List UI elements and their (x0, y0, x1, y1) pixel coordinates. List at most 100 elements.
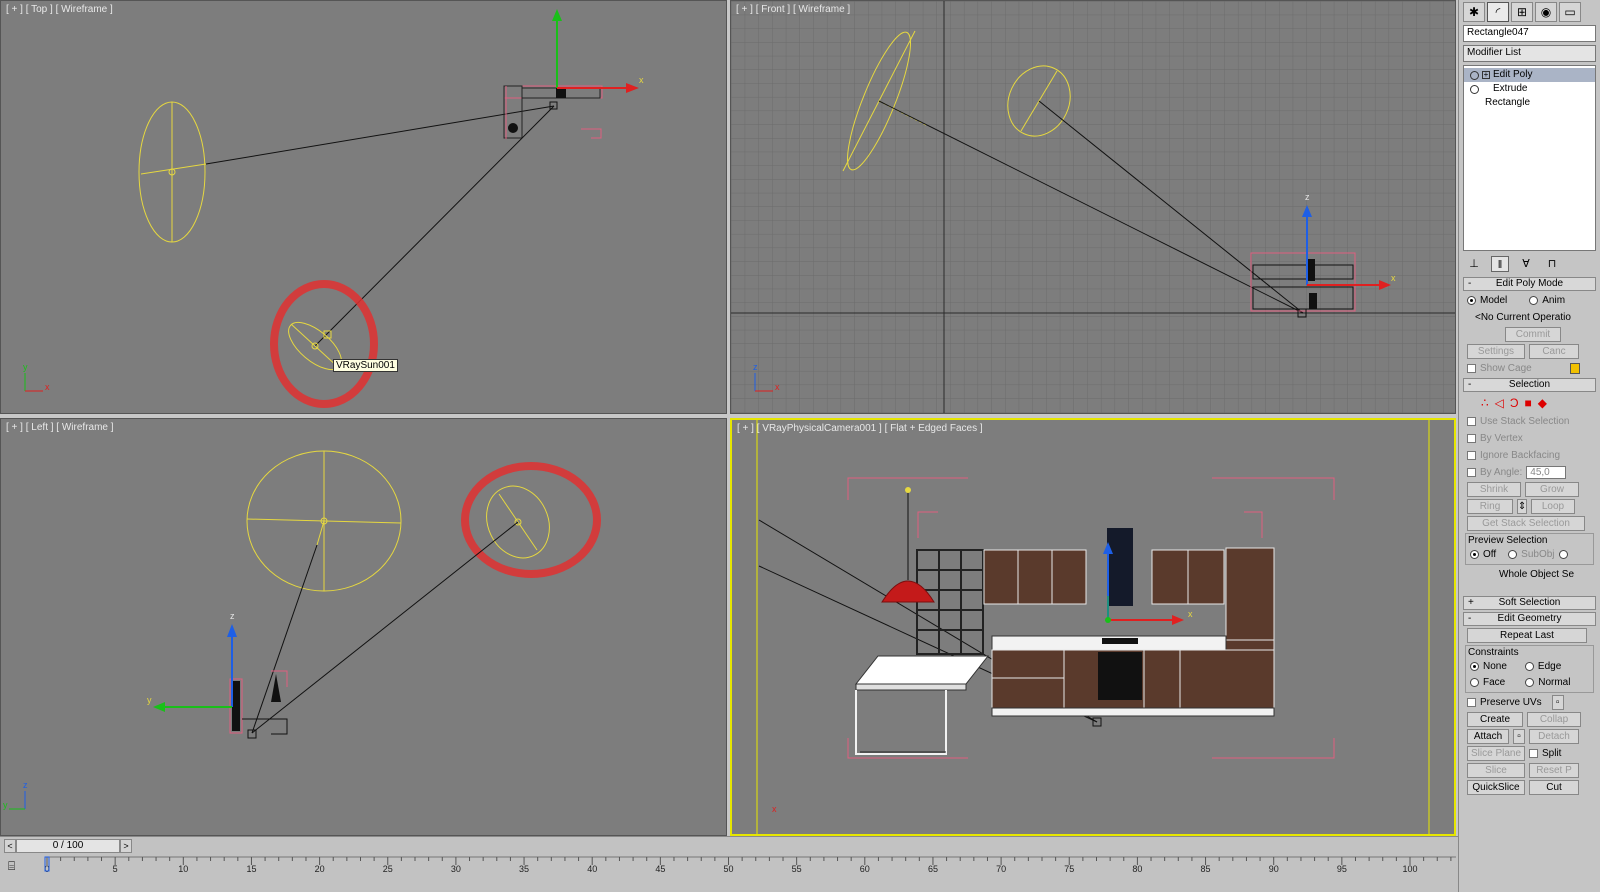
cancel-button[interactable]: Canc (1529, 344, 1579, 359)
ruler-label: 30 (451, 864, 461, 874)
tripod-z-label: z (753, 362, 758, 372)
element-icon[interactable]: ◆ (1538, 396, 1547, 410)
preview-subobj-radio[interactable] (1508, 550, 1518, 559)
motion-icon[interactable]: ◉ (1535, 2, 1557, 22)
time-slider-thumb[interactable]: 0 / 100 (16, 839, 120, 853)
ring-button[interactable]: Ring (1467, 499, 1513, 514)
show-cage-checkbox[interactable] (1467, 364, 1476, 373)
by-angle-checkbox[interactable] (1467, 468, 1476, 477)
viewport-front-scene: z x z x (731, 1, 1455, 413)
ring-spinner[interactable]: ⇕ (1517, 499, 1527, 514)
command-panel: ✱ ◜ ⊞ ◉ ▭ Rectangle047 Modifier List + E… (1458, 0, 1600, 892)
animate-radio[interactable] (1529, 296, 1539, 305)
border-icon[interactable]: Ɔ (1510, 396, 1519, 410)
slice-button[interactable]: Slice (1467, 763, 1525, 778)
kitchen-object[interactable] (232, 681, 240, 731)
object-name-field[interactable]: Rectangle047 (1463, 25, 1596, 42)
viewport-front[interactable]: z x z x [ + ] [ Front ] [ Wireframe ] (730, 0, 1456, 414)
track-bar-icon[interactable]: ⌸ (8, 859, 15, 874)
by-vertex-checkbox[interactable] (1467, 434, 1476, 443)
rollout-soft-selection[interactable]: + Soft Selection (1463, 596, 1596, 610)
rollout-edit-poly-mode[interactable]: - Edit Poly Mode (1463, 277, 1596, 291)
pin-stack-icon[interactable]: ⊥ (1465, 256, 1483, 272)
create-icon[interactable]: ✱ (1463, 2, 1485, 22)
cage-color-swatch[interactable] (1569, 363, 1580, 374)
ruler-label: 5 (113, 864, 118, 874)
collapse-button[interactable]: Collap (1527, 712, 1581, 727)
ignore-backfacing-checkbox[interactable] (1467, 451, 1476, 460)
viewport-camera[interactable]: x x [ + ] [ VRayPhysicalCamera001 ] [ Fl… (730, 418, 1456, 836)
vertex-icon[interactable]: ∴ (1481, 396, 1489, 410)
rollout-selection[interactable]: - Selection (1463, 378, 1596, 392)
lightbulb-icon[interactable] (1470, 70, 1479, 80)
model-radio[interactable] (1467, 296, 1476, 305)
grow-button[interactable]: Grow (1525, 482, 1579, 497)
shrink-button[interactable]: Shrink (1467, 482, 1521, 497)
preview-off-radio[interactable] (1470, 550, 1479, 559)
stack-item-rectangle[interactable]: Rectangle (1464, 96, 1595, 110)
constraint-normal-radio[interactable] (1525, 678, 1535, 687)
viewport-top-label[interactable]: [ + ] [ Top ] [ Wireframe ] (6, 4, 113, 15)
bbox-corner (1244, 511, 1263, 538)
modifier-list-dropdown[interactable]: Modifier List (1463, 45, 1596, 62)
show-end-result-icon[interactable]: ‖ (1491, 256, 1509, 272)
prev-frame-icon[interactable]: < (4, 839, 16, 853)
lightbulb-icon[interactable] (1470, 84, 1479, 94)
viewport-top[interactable]: y x x [ + ] [ Top ] [ Wireframe ] VRaySu… (0, 0, 727, 414)
quickslice-button[interactable]: QuickSlice (1467, 780, 1525, 795)
plinth (991, 707, 1275, 717)
next-frame-icon[interactable]: > (120, 839, 132, 853)
timeline: < 0 / 100 > ⌸ 0 5 10 15 20 25 30 35 40 45 50 55 60 65… (0, 836, 1458, 892)
viewport-camera-label[interactable]: [ + ] [ VRayPhysicalCamera001 ] [ Flat +… (737, 423, 983, 434)
stack-item-edit-poly[interactable]: + Edit Poly (1464, 68, 1595, 82)
stack-toolbar: ⊥ ‖ ∀ ⊓ (1465, 255, 1594, 273)
slice-plane-button[interactable]: Slice Plane (1467, 746, 1525, 761)
y-axis-arrow (552, 9, 562, 21)
expand-icon[interactable]: + (1482, 71, 1490, 79)
preview-multi-radio[interactable] (1558, 550, 1568, 559)
lamp-light (905, 487, 911, 493)
attach-button[interactable]: Attach (1467, 729, 1509, 744)
attach-list-icon[interactable]: ▫ (1513, 729, 1525, 744)
track-bar[interactable]: ⌸ 0 5 10 15 20 25 30 35 40 45 50 55 60 65 70 75 80 85 90 95… (0, 855, 1458, 892)
display-icon[interactable]: ▭ (1559, 2, 1581, 22)
upper-cabinet[interactable] (983, 549, 1087, 605)
detach-button[interactable]: Detach (1529, 729, 1579, 744)
viewport-front-label[interactable]: [ + ] [ Front ] [ Wireframe ] (736, 4, 850, 15)
sun-target-line (314, 105, 555, 347)
ruler-label: 85 (1201, 864, 1211, 874)
preserve-uvs-settings-icon[interactable]: ▫ (1551, 695, 1564, 710)
use-stack-selection-checkbox[interactable] (1467, 417, 1476, 426)
modifier-stack[interactable]: + Edit Poly Extrude Rectangle (1463, 65, 1596, 251)
preserve-uvs-checkbox[interactable] (1467, 698, 1476, 707)
constraint-face-radio[interactable] (1470, 678, 1479, 687)
rollout-edit-geometry[interactable]: - Edit Geometry (1463, 612, 1596, 626)
hierarchy-icon[interactable]: ⊞ (1511, 2, 1533, 22)
bbox-corner (1312, 477, 1335, 500)
edge-icon[interactable]: ◁ (1495, 396, 1504, 410)
polygon-icon[interactable]: ■ (1525, 396, 1532, 410)
make-unique-icon[interactable]: ∀ (1517, 256, 1535, 272)
reset-plane-button[interactable]: Reset P (1529, 763, 1579, 778)
viewport-left[interactable]: z y z y [ + ] [ Left ] [ Wireframe ] (0, 418, 727, 836)
commit-button[interactable]: Commit (1505, 327, 1561, 342)
target-node[interactable] (549, 101, 558, 110)
constraint-edge-radio[interactable] (1524, 662, 1534, 671)
angle-spinner[interactable]: 45,0 (1526, 466, 1567, 479)
cut-button[interactable]: Cut (1529, 780, 1579, 795)
target-line (205, 105, 555, 165)
remove-modifier-icon[interactable]: ⊓ (1543, 256, 1561, 272)
loop-button[interactable]: Loop (1531, 499, 1575, 514)
get-stack-selection-button[interactable]: Get Stack Selection (1467, 516, 1585, 531)
dining-table-top[interactable] (854, 655, 990, 685)
modify-icon[interactable]: ◜ (1487, 2, 1509, 22)
create-button[interactable]: Create (1467, 712, 1523, 727)
stack-item-extrude[interactable]: Extrude (1464, 82, 1595, 96)
time-slider[interactable]: < 0 / 100 > (4, 839, 132, 853)
repeat-last-button[interactable]: Repeat Last (1467, 628, 1587, 643)
viewport-left-label[interactable]: [ + ] [ Left ] [ Wireframe ] (6, 422, 114, 433)
selected-bbox-corner (271, 670, 288, 687)
split-checkbox[interactable] (1529, 749, 1538, 758)
settings-button[interactable]: Settings (1467, 344, 1525, 359)
constraint-none-radio[interactable] (1470, 662, 1479, 671)
